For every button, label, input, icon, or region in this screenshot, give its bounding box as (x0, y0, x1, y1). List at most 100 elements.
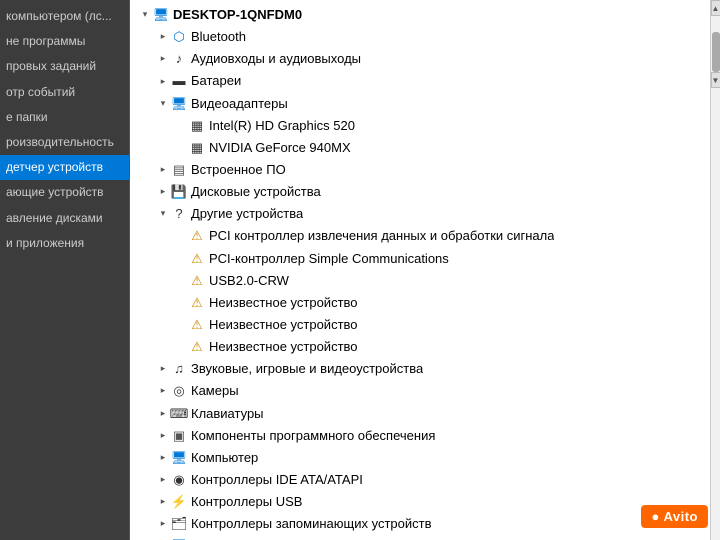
chevron-icon (174, 252, 188, 266)
scrollbar-up-button[interactable]: ▲ (711, 0, 720, 16)
device-label: Неизвестное устройство (209, 293, 358, 313)
chevron-icon (156, 517, 170, 531)
sidebar-item[interactable]: провых заданий (0, 54, 129, 79)
tree-node-pci1[interactable]: ⚠PCI контроллер извлечения данных и обра… (138, 225, 702, 247)
device-icon: ▤ (170, 161, 188, 179)
tree-node-display[interactable]: 🖥Видеоадаптеры (138, 93, 702, 115)
sidebar-item[interactable]: не программы (0, 29, 129, 54)
device-icon: ▣ (170, 427, 188, 445)
chevron-icon (156, 97, 170, 111)
device-label: Мониторы (191, 536, 253, 540)
device-icon: ⚠ (188, 227, 206, 245)
tree-node-keyboard[interactable]: ⌨Клавиатуры (138, 403, 702, 425)
device-label: Неизвестное устройство (209, 315, 358, 335)
screen: компьютером (лс...не программыпровых зад… (0, 0, 720, 540)
device-icon: ? (170, 205, 188, 223)
chevron-icon (156, 384, 170, 398)
device-icon: 💾 (170, 183, 188, 201)
chevron-icon (174, 296, 188, 310)
scrollbar[interactable]: ▲ ▼ (710, 0, 720, 540)
device-label: Видеоадаптеры (191, 94, 288, 114)
tree-node-audio[interactable]: ♪Аудиовходы и аудиовыходы (138, 48, 702, 70)
device-icon: ⚠ (188, 338, 206, 356)
avito-badge: ● Avito (641, 505, 708, 528)
device-label: PCI контроллер извлечения данных и обраб… (209, 226, 554, 246)
tree-node-firmware[interactable]: ▤Встроенное ПО (138, 159, 702, 181)
device-icon: ⚠ (188, 316, 206, 334)
device-icon: 🖥 (170, 95, 188, 113)
scrollbar-thumb[interactable] (712, 32, 720, 72)
device-tree: 🖥DESKTOP-1QNFDM0⬡Bluetooth♪Аудиовходы и … (130, 0, 710, 540)
tree-node-other[interactable]: ?Другие устройства (138, 203, 702, 225)
device-icon: ▬ (170, 72, 188, 90)
device-label: Контроллеры IDE ATA/ATAPI (191, 470, 363, 490)
sidebar-item[interactable]: ающие устройств (0, 180, 129, 205)
scrollbar-down-button[interactable]: ▼ (711, 72, 720, 88)
sidebar: компьютером (лс...не программыпровых зад… (0, 0, 130, 540)
device-label: Встроенное ПО (191, 160, 286, 180)
tree-node-unknown2[interactable]: ⚠Неизвестное устройство (138, 314, 702, 336)
tree-node-storage[interactable]: 🗂Контроллеры запоминающих устройств (138, 513, 702, 535)
sidebar-item[interactable]: роизводительность (0, 130, 129, 155)
device-label: Другие устройства (191, 204, 303, 224)
tree-node-battery[interactable]: ▬Батареи (138, 70, 702, 92)
device-label: Bluetooth (191, 27, 246, 47)
device-icon: ⬡ (170, 28, 188, 46)
chevron-icon (156, 407, 170, 421)
device-label: Неизвестное устройство (209, 337, 358, 357)
chevron-icon (156, 163, 170, 177)
chevron-icon (156, 185, 170, 199)
device-label: Компьютер (191, 448, 258, 468)
device-icon: 🗂 (170, 515, 188, 533)
device-label: Батареи (191, 71, 241, 91)
chevron-icon (156, 362, 170, 376)
device-icon: ⚠ (188, 272, 206, 290)
device-icon: 🖥 (152, 6, 170, 24)
tree-node-usbctrl[interactable]: ⚡Контроллеры USB (138, 491, 702, 513)
tree-node-camera[interactable]: ◎Камеры (138, 380, 702, 402)
sidebar-item[interactable]: авление дисками (0, 206, 129, 231)
tree-node-usb2[interactable]: ⚠USB2.0-CRW (138, 270, 702, 292)
sidebar-item[interactable]: детчер устройств (0, 155, 129, 180)
sidebar-item[interactable]: е папки (0, 105, 129, 130)
tree-node-gpu2[interactable]: ▦NVIDIA GeForce 940MX (138, 137, 702, 159)
chevron-icon (156, 30, 170, 44)
tree-node-ide[interactable]: ◉Контроллеры IDE ATA/ATAPI (138, 469, 702, 491)
tree-node-software[interactable]: ▣Компоненты программного обеспечения (138, 425, 702, 447)
device-icon: ▦ (188, 117, 206, 135)
chevron-icon (156, 495, 170, 509)
tree-node-disks[interactable]: 💾Дисковые устройства (138, 181, 702, 203)
chevron-icon (174, 229, 188, 243)
sidebar-item[interactable]: компьютером (лс... (0, 4, 129, 29)
tree-node-desktop[interactable]: 🖥DESKTOP-1QNFDM0 (138, 4, 702, 26)
device-icon: ◎ (170, 382, 188, 400)
device-icon: ♪ (170, 50, 188, 68)
sidebar-item[interactable]: и приложения (0, 231, 129, 256)
chevron-icon (174, 119, 188, 133)
chevron-icon (174, 340, 188, 354)
tree-node-unknown1[interactable]: ⚠Неизвестное устройство (138, 292, 702, 314)
chevron-icon (156, 74, 170, 88)
device-label: Камеры (191, 381, 239, 401)
tree-node-monitors[interactable]: 🖥Мониторы (138, 535, 702, 540)
device-icon: ♫ (170, 360, 188, 378)
tree-node-bluetooth[interactable]: ⬡Bluetooth (138, 26, 702, 48)
device-label: Дисковые устройства (191, 182, 321, 202)
tree-node-computer[interactable]: 🖥Компьютер (138, 447, 702, 469)
avito-label: Avito (663, 509, 698, 524)
device-label: DESKTOP-1QNFDM0 (173, 5, 302, 25)
device-label: Контроллеры USB (191, 492, 302, 512)
device-icon: ▦ (188, 139, 206, 157)
device-label: Компоненты программного обеспечения (191, 426, 435, 446)
tree-node-pci2[interactable]: ⚠PCI-контроллер Simple Communications (138, 248, 702, 270)
sidebar-item[interactable]: отр событий (0, 80, 129, 105)
tree-node-sound[interactable]: ♫Звуковые, игровые и видеоустройства (138, 358, 702, 380)
tree-node-unknown3[interactable]: ⚠Неизвестное устройство (138, 336, 702, 358)
device-icon: ◉ (170, 471, 188, 489)
tree-node-gpu1[interactable]: ▦Intel(R) HD Graphics 520 (138, 115, 702, 137)
device-icon: ⚠ (188, 294, 206, 312)
device-label: Контроллеры запоминающих устройств (191, 514, 431, 534)
device-label: Клавиатуры (191, 404, 264, 424)
chevron-icon (156, 52, 170, 66)
chevron-icon (174, 274, 188, 288)
